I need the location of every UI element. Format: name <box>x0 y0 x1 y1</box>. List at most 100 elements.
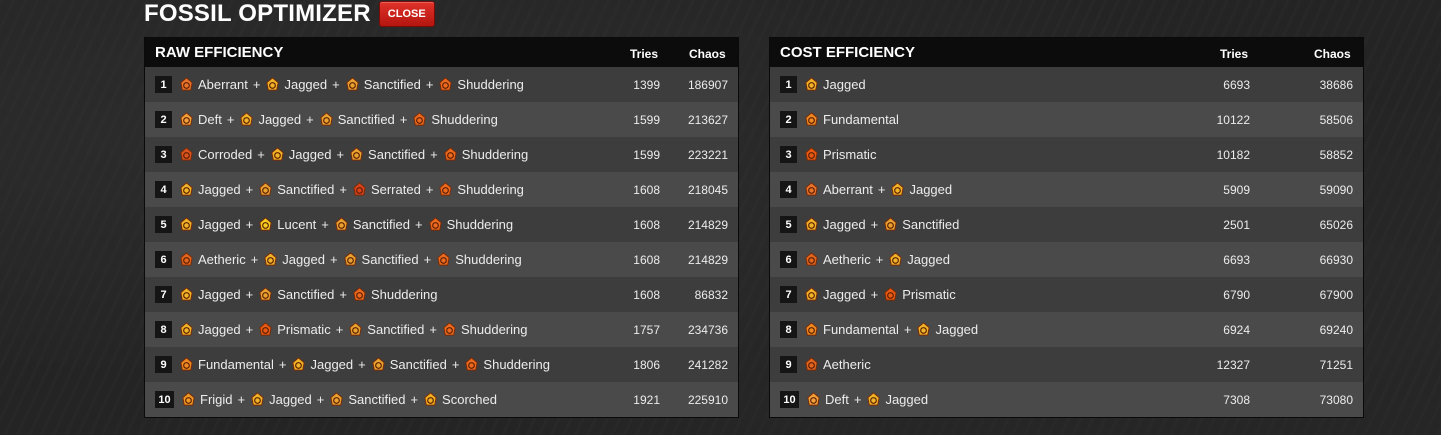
fossil-combination: Prismatic <box>804 147 876 162</box>
rank-badge: 4 <box>780 181 797 198</box>
chaos-value: 223221 <box>687 147 728 162</box>
tries-value: 12327 <box>1216 357 1250 372</box>
fossil-combination: Jagged <box>804 77 866 92</box>
fossil-name: Shuddering <box>370 287 438 302</box>
result-row[interactable]: 2 Deft + Jagged + Sanctified + Shuddering 1599 21… <box>145 102 738 137</box>
fossil-combination: Corroded + Jagged + Sanctified + Shuddering <box>179 147 528 162</box>
sanctified-fossil-icon <box>372 357 385 371</box>
plus-separator: + <box>877 182 886 197</box>
fossil-item: Jagged <box>179 322 241 337</box>
result-row[interactable]: 1 Jagged 6693 38686 <box>770 67 1363 102</box>
tries-value: 6790 <box>1223 287 1250 302</box>
fossil-name: Sanctified <box>277 287 335 302</box>
chaos-value: 38686 <box>1319 77 1353 92</box>
result-row[interactable]: 6 Aetheric + Jagged 6693 66930 <box>770 242 1363 277</box>
rank-badge: 1 <box>155 76 172 93</box>
result-row[interactable]: 8 Fundamental + Jagged 6924 69240 <box>770 312 1363 347</box>
close-button[interactable]: CLOSE <box>378 1 435 27</box>
plus-separator: + <box>425 182 434 197</box>
fossil-item: Fundamental <box>804 112 899 127</box>
fossil-name: Aetheric <box>198 252 246 267</box>
result-row[interactable]: 5 Jagged + Sanctified 2501 65026 <box>770 207 1363 242</box>
tries-value: 1608 <box>633 287 660 302</box>
rank-badge: 2 <box>780 111 797 128</box>
fossil-name: Shuddering <box>461 147 529 162</box>
fossil-combination: Jagged + Sanctified + Shuddering <box>179 287 437 302</box>
plus-separator: + <box>430 147 438 162</box>
jagged-fossil-icon <box>917 322 931 336</box>
fossil-combination: Fundamental <box>804 112 899 127</box>
cost-efficiency-title: COST EFFICIENCY <box>780 44 916 61</box>
fossil-item: Jagged <box>263 252 325 267</box>
tries-value: 1608 <box>633 252 660 267</box>
tries-value: 5909 <box>1223 182 1250 197</box>
fossil-item: Deft <box>179 112 222 127</box>
fossil-name: Shuddering <box>431 112 498 127</box>
jagged-fossil-icon <box>805 287 818 301</box>
cost-efficiency-list: 1 Jagged 6693 38686 2 Fundamental 10122 58506 3 P… <box>770 67 1363 417</box>
plus-separator: + <box>870 287 879 302</box>
result-row[interactable]: 10 Frigid + Jagged + Sanctified + Scorched 1921 2… <box>145 382 738 417</box>
chaos-value: 225910 <box>687 392 728 407</box>
result-row[interactable]: 9 Aetheric 12327 71251 <box>770 347 1363 382</box>
prismatic-fossil-icon <box>884 287 897 301</box>
tries-value: 7308 <box>1223 392 1250 407</box>
chaos-value: 186907 <box>687 77 728 92</box>
fossil-name: Jagged <box>198 287 241 302</box>
fossil-item: Jagged <box>270 147 331 162</box>
plus-separator: + <box>423 252 432 267</box>
page-title: FOSSIL OPTIMIZER <box>144 0 371 27</box>
result-row[interactable]: 1 Aberrant + Jagged + Sanctified + Shuddering 13… <box>145 67 738 102</box>
result-row[interactable]: 6 Aetheric + Jagged + Sanctified + Shuddering 16… <box>145 242 738 277</box>
result-row[interactable]: 3 Corroded + Jagged + Sanctified + Shuddering 15… <box>145 137 738 172</box>
fossil-item: Jagged <box>179 217 241 232</box>
plus-separator: + <box>399 112 408 127</box>
plus-separator: + <box>226 112 235 127</box>
fossil-item: Jagged <box>179 182 241 197</box>
fossil-item: Prismatic <box>804 147 876 162</box>
aetheric-fossil-icon <box>805 252 818 266</box>
tries-value: 6693 <box>1223 252 1250 267</box>
tries-value: 10122 <box>1216 112 1250 127</box>
result-row[interactable]: 7 Jagged + Prismatic 6790 67900 <box>770 277 1363 312</box>
result-row[interactable]: 10 Deft + Jagged 7308 73080 <box>770 382 1363 417</box>
fossil-combination: Aberrant + Jagged + Sanctified + Shuddering <box>179 77 524 92</box>
fossil-item: Sanctified <box>258 287 334 302</box>
fossil-item: Shuddering <box>428 217 513 232</box>
result-row[interactable]: 8 Jagged + Prismatic + Sanctified + Shuddering 1… <box>145 312 738 347</box>
fossil-item: Sanctified <box>258 182 334 197</box>
fossil-combination: Jagged + Sanctified <box>804 217 959 232</box>
fossil-combination: Frigid + Jagged + Sanctified + Scorched <box>181 392 497 407</box>
fossil-item: Jagged <box>890 182 952 197</box>
fossil-name: Jagged <box>269 392 312 407</box>
fossil-name: Jagged <box>823 77 866 92</box>
result-row[interactable]: 4 Aberrant + Jagged 5909 59090 <box>770 172 1363 207</box>
result-row[interactable]: 5 Jagged + Lucent + Sanctified + Shuddering 1608… <box>145 207 738 242</box>
result-row[interactable]: 7 Jagged + Sanctified + Shuddering 1608 86832 <box>145 277 738 312</box>
fossil-name: Corroded <box>198 147 253 162</box>
chaos-value: 65026 <box>1319 217 1353 232</box>
fossil-item: Sanctified <box>334 217 410 232</box>
plus-separator: + <box>306 112 314 127</box>
sanctified-fossil-icon <box>884 217 897 231</box>
result-row[interactable]: 2 Fundamental 10122 58506 <box>770 102 1363 137</box>
plus-separator: + <box>237 392 246 407</box>
fossil-name: Shuddering <box>483 357 550 372</box>
result-row[interactable]: 9 Fundamental + Jagged + Sanctified + Shudderin… <box>145 347 738 382</box>
rank-badge: 1 <box>780 76 797 93</box>
shuddering-fossil-icon <box>443 322 456 336</box>
fossil-item: Aberrant <box>179 77 248 92</box>
result-row[interactable]: 3 Prismatic 10182 58852 <box>770 137 1363 172</box>
chaos-value: 58852 <box>1319 147 1353 162</box>
shuddering-fossil-icon <box>439 182 453 196</box>
tries-value: 2501 <box>1223 217 1250 232</box>
fossil-name: Jagged <box>885 392 929 407</box>
result-row[interactable]: 4 Jagged + Sanctified + Serrated + Shuddering 16… <box>145 172 738 207</box>
raw-efficiency-panel: RAW EFFICIENCY Tries Chaos 1 Aberrant + Jag… <box>144 37 739 418</box>
plus-separator: + <box>278 357 287 372</box>
fossil-item: Sanctified <box>319 112 395 127</box>
rank-badge: 4 <box>155 181 172 198</box>
corroded-fossil-icon <box>180 147 193 161</box>
rank-badge: 3 <box>780 146 797 163</box>
fossil-name: Deft <box>198 112 222 127</box>
